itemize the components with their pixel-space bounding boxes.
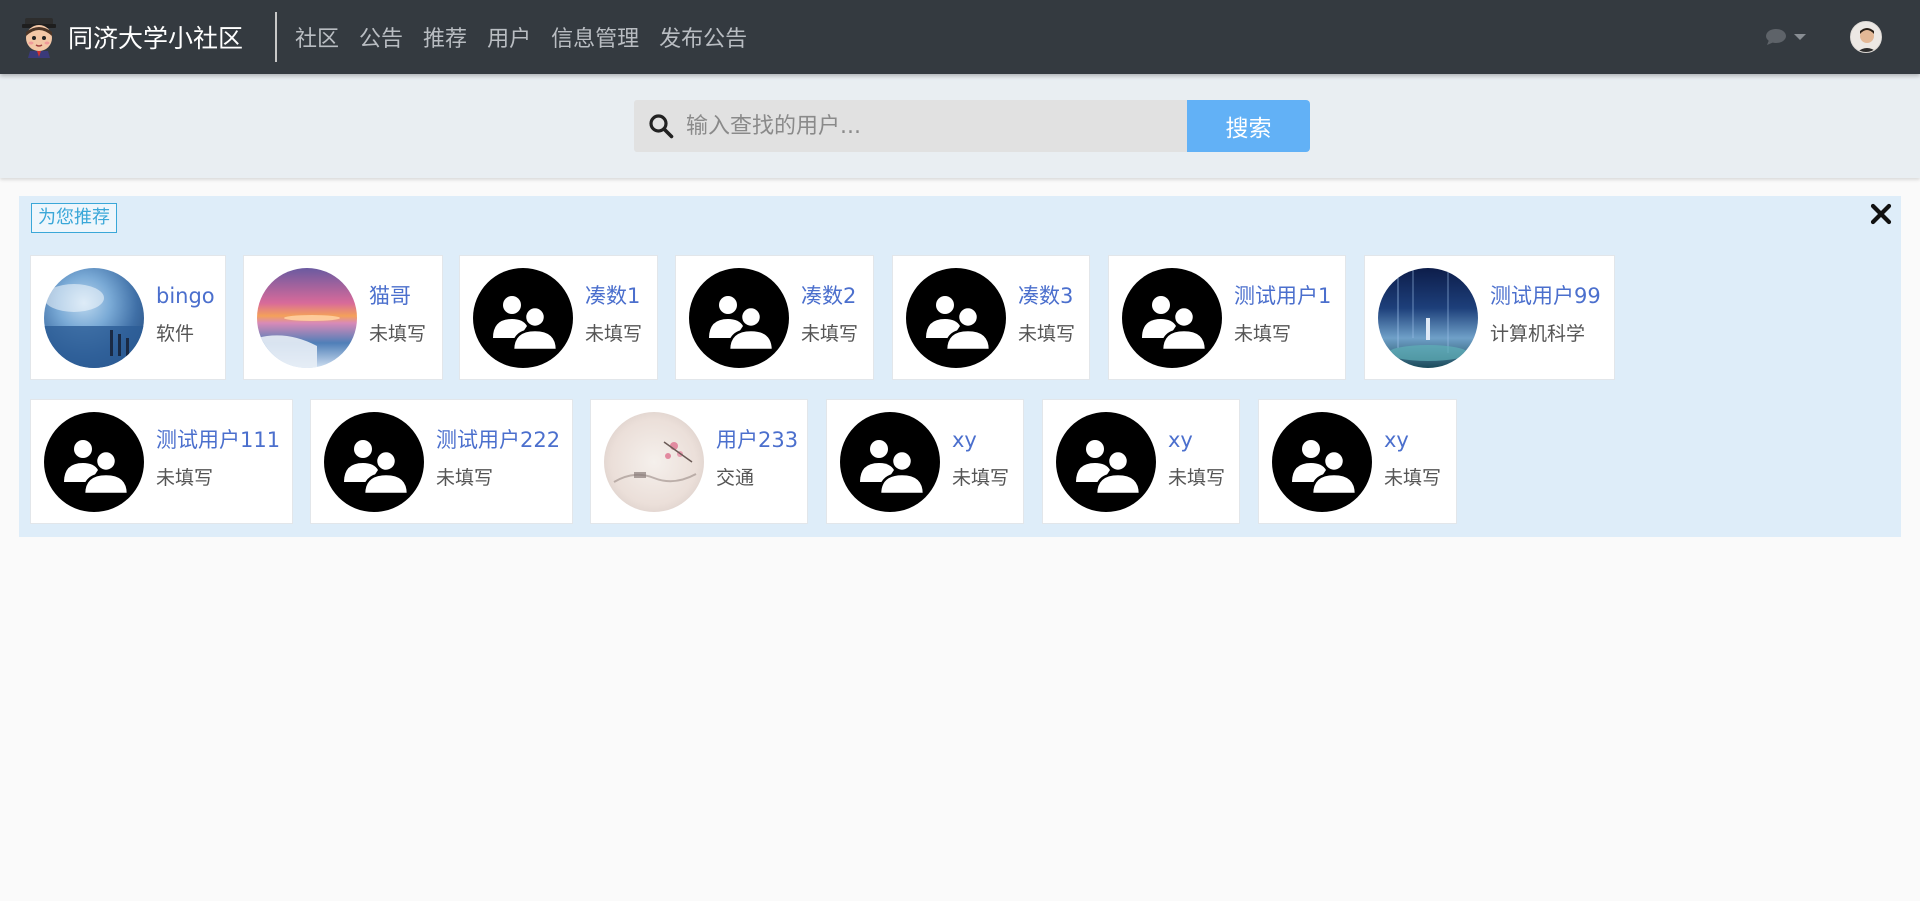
card-info: 凑数2 未填写 <box>801 284 859 349</box>
user-card[interactable]: xy 未填写 <box>826 399 1024 524</box>
user-avatar[interactable] <box>1850 21 1882 53</box>
user-major: 未填写 <box>1384 466 1442 489</box>
ink-painting-photo <box>604 411 704 512</box>
default-user-icon <box>44 411 144 512</box>
default-user-icon <box>1122 267 1222 368</box>
user-card[interactable]: 凑数3 未填写 <box>892 255 1090 380</box>
search-box: 搜索 <box>634 100 1310 152</box>
user-name[interactable]: bingo <box>156 281 215 311</box>
card-info: xy 未填写 <box>1168 428 1226 493</box>
user-card[interactable]: 测试用户222 未填写 <box>310 399 573 524</box>
user-major: 未填写 <box>801 322 859 345</box>
nav-link-info-management[interactable]: 信息管理 <box>551 21 639 53</box>
top-navbar: 同济大学小社区 社区 公告 推荐 用户 信息管理 发布公告 <box>0 0 1920 74</box>
user-card[interactable]: 凑数2 未填写 <box>675 255 874 380</box>
user-card[interactable]: 测试用户111 未填写 <box>30 399 293 524</box>
user-major: 未填写 <box>1168 466 1226 489</box>
card-info: xy 未填写 <box>952 428 1010 493</box>
user-name[interactable]: 凑数2 <box>801 281 858 311</box>
user-major: 未填写 <box>436 466 494 489</box>
user-name[interactable]: 猫哥 <box>369 281 426 311</box>
user-name[interactable]: 测试用户99 <box>1490 281 1601 311</box>
user-major: 未填写 <box>156 466 214 489</box>
user-card[interactable]: 凑数1 未填写 <box>459 255 658 380</box>
user-major: 软件 <box>156 322 195 345</box>
nav-link-community[interactable]: 社区 <box>295 21 339 53</box>
user-major: 未填写 <box>952 466 1010 489</box>
chat-bubble-icon <box>1765 28 1787 46</box>
nav-link-publish-announcement[interactable]: 发布公告 <box>659 21 747 53</box>
user-name[interactable]: 测试用户222 <box>436 425 560 455</box>
nav-divider <box>275 12 278 62</box>
user-major: 计算机科学 <box>1490 322 1586 345</box>
user-name[interactable]: xy <box>952 425 1009 455</box>
user-name[interactable]: 测试用户111 <box>156 425 280 455</box>
user-card[interactable]: 猫哥 未填写 <box>243 255 443 380</box>
card-info: 凑数3 未填写 <box>1018 284 1076 349</box>
nav-link-recommend[interactable]: 推荐 <box>423 21 467 53</box>
user-name[interactable]: xy <box>1384 425 1441 455</box>
user-major: 未填写 <box>1234 322 1292 345</box>
user-card[interactable]: bingo 软件 <box>30 255 226 380</box>
user-major: 交通 <box>716 466 755 489</box>
nav-links: 社区 公告 推荐 用户 信息管理 发布公告 <box>295 21 767 53</box>
search-icon <box>648 113 674 139</box>
default-user-icon <box>1272 411 1372 512</box>
search-input[interactable] <box>684 112 1144 140</box>
close-icon[interactable] <box>1869 202 1893 226</box>
card-info: xy 未填写 <box>1384 428 1442 493</box>
card-info: 猫哥 未填写 <box>369 284 427 349</box>
card-info: bingo 软件 <box>156 284 215 349</box>
user-card[interactable]: xy 未填写 <box>1042 399 1240 524</box>
nav-link-users[interactable]: 用户 <box>487 21 531 53</box>
user-card[interactable]: 用户233 交通 <box>590 399 808 524</box>
user-name[interactable]: 凑数1 <box>585 281 642 311</box>
sea-landscape-photo <box>44 267 144 368</box>
search-button[interactable]: 搜索 <box>1187 100 1310 152</box>
recommend-badge: 为您推荐 <box>31 203 117 233</box>
card-info: 测试用户1 未填写 <box>1234 284 1331 349</box>
search-input-wrapper <box>634 100 1187 152</box>
default-user-icon <box>840 411 940 512</box>
user-major: 未填写 <box>585 322 643 345</box>
default-user-icon <box>1056 411 1156 512</box>
user-card[interactable]: xy 未填写 <box>1258 399 1457 524</box>
user-major: 未填写 <box>1018 322 1076 345</box>
messages-dropdown-toggle[interactable] <box>1765 28 1806 46</box>
user-name[interactable]: 凑数3 <box>1018 281 1075 311</box>
search-section: 搜索 <box>0 74 1920 178</box>
user-card[interactable]: 测试用户1 未填写 <box>1108 255 1346 380</box>
card-info: 用户233 交通 <box>716 428 798 493</box>
sunset-sea-photo <box>257 267 357 368</box>
card-info: 凑数1 未填写 <box>585 284 643 349</box>
nav-link-announcements[interactable]: 公告 <box>359 21 403 53</box>
user-major: 未填写 <box>369 322 427 345</box>
default-user-icon <box>906 267 1006 368</box>
default-user-icon <box>689 267 789 368</box>
default-user-icon <box>324 411 424 512</box>
user-name[interactable]: 测试用户1 <box>1234 281 1331 311</box>
brand-title: 同济大学小社区 <box>68 24 244 53</box>
default-user-icon <box>473 267 573 368</box>
card-info: 测试用户111 未填写 <box>156 428 280 493</box>
user-name[interactable]: xy <box>1168 425 1225 455</box>
recommendation-panel: 为您推荐 bingo 软件 猫哥 未填写 凑数1 未填写 凑数2 未填写 凑数3… <box>19 196 1901 537</box>
chevron-down-icon <box>1794 34 1806 40</box>
night-anime-photo <box>1378 267 1478 368</box>
card-info: 测试用户222 未填写 <box>436 428 560 493</box>
user-name[interactable]: 用户233 <box>716 425 798 455</box>
user-card[interactable]: 测试用户99 计算机科学 <box>1364 255 1615 380</box>
card-info: 测试用户99 计算机科学 <box>1490 284 1601 349</box>
nav-right <box>1765 0 1920 74</box>
mascot-logo-icon <box>20 16 58 58</box>
brand[interactable]: 同济大学小社区 <box>20 0 243 74</box>
